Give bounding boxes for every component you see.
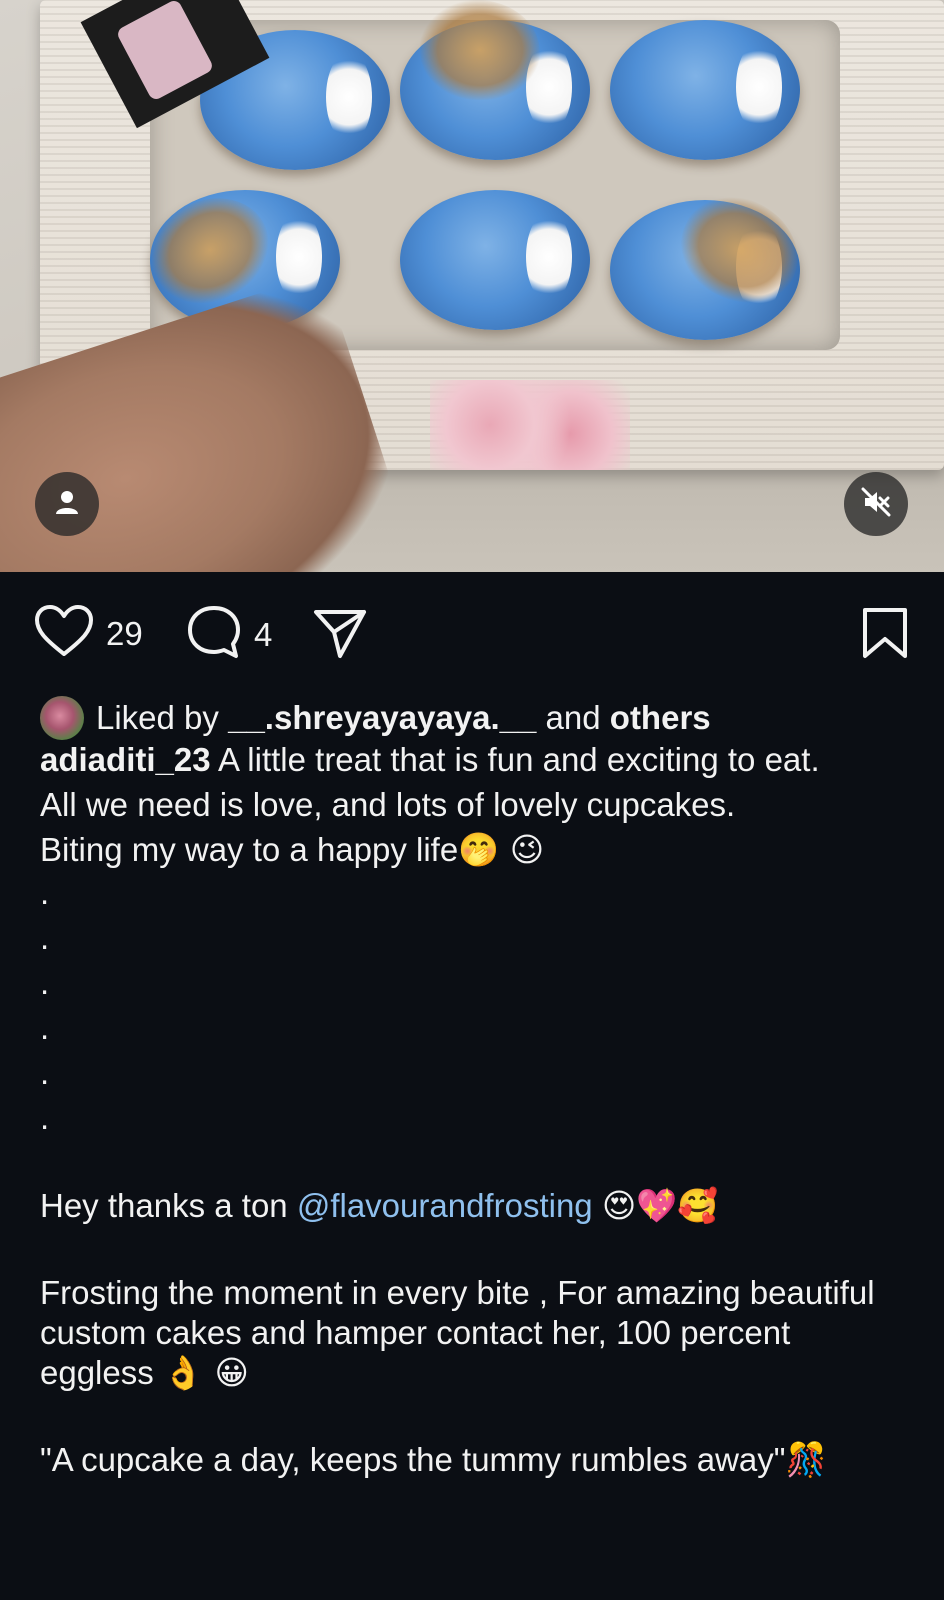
heart-icon[interactable] xyxy=(34,604,94,663)
person-tag-icon xyxy=(52,487,82,522)
caption-line: All we need is love, and lots of lovely … xyxy=(40,786,736,823)
liked-by-prefix: Liked by xyxy=(96,699,219,736)
cupcake xyxy=(610,20,800,160)
thanks-text: Hey thanks a ton xyxy=(40,1187,288,1224)
author-username[interactable]: adiaditi_23 xyxy=(40,741,211,778)
caption-dot: . xyxy=(40,1009,50,1046)
comment-action: 4 xyxy=(186,604,272,665)
cupcake xyxy=(400,190,590,330)
like-action: 29 xyxy=(34,604,143,663)
share-action xyxy=(312,606,368,665)
liked-by-username[interactable]: __.shreyayayaya.__ xyxy=(228,699,536,737)
tagged-people-button[interactable] xyxy=(35,472,99,536)
flower-print xyxy=(430,380,630,470)
comment-bubble-icon[interactable] xyxy=(186,604,242,665)
caption-dot: . xyxy=(40,964,50,1001)
liked-by-others[interactable]: others xyxy=(610,699,711,737)
butterfly-topper xyxy=(420,0,540,100)
save-action xyxy=(860,606,910,665)
liked-by-and: and xyxy=(545,699,601,736)
speaker-muted-icon xyxy=(859,485,893,524)
caption-dot: . xyxy=(40,1054,50,1091)
post-caption: adiaditi_23 A little treat that is fun a… xyxy=(40,740,900,1480)
like-count[interactable]: 29 xyxy=(106,615,143,653)
frosting-emoji: 👌 😀 xyxy=(162,1353,249,1392)
liked-by-row[interactable]: Liked by __.shreyayayaya.__ and others xyxy=(40,696,711,740)
caption-emoji: 🤭 😉 xyxy=(458,830,545,869)
comment-count[interactable]: 4 xyxy=(254,616,272,654)
mention-link[interactable]: @flavourandfrosting xyxy=(297,1187,593,1224)
send-icon[interactable] xyxy=(312,606,368,665)
post-media[interactable] xyxy=(0,0,944,572)
action-bar: 29 4 xyxy=(34,604,910,664)
caption-line: A little treat that is fun and exciting … xyxy=(217,741,820,778)
caption-dot: . xyxy=(40,874,50,911)
caption-line: Biting my way to a happy life xyxy=(40,831,459,868)
mute-button[interactable] xyxy=(844,472,908,536)
quote-emoji: 🎊 xyxy=(785,1440,827,1479)
thanks-emoji: 😍💖🥰 xyxy=(601,1186,719,1225)
caption-dot: . xyxy=(40,919,50,956)
quote-text: "A cupcake a day, keeps the tummy rumble… xyxy=(40,1441,786,1478)
bookmark-icon[interactable] xyxy=(860,606,910,665)
caption-dot: . xyxy=(40,1099,50,1136)
avatar[interactable] xyxy=(40,696,84,740)
